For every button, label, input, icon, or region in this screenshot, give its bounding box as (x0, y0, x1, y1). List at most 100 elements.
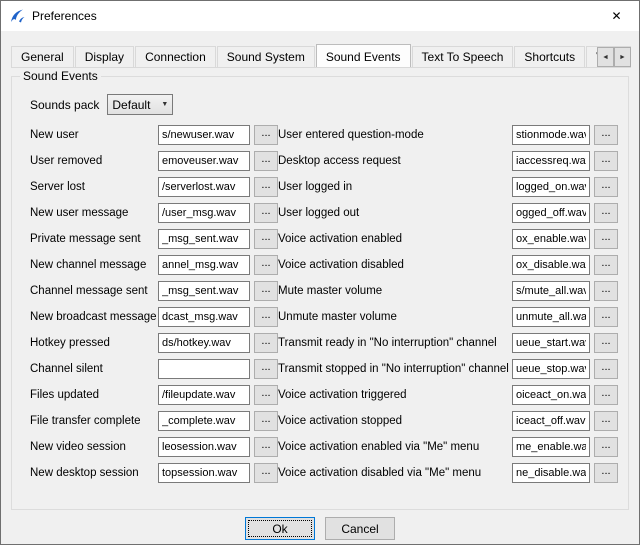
left-sound-file-input[interactable] (158, 385, 250, 405)
row-left: Channel message sent ... (30, 281, 278, 301)
right-browse-button[interactable]: ... (594, 281, 618, 301)
right-sound-file-input[interactable] (512, 463, 590, 483)
sound-event-row: New channel message ... Voice activation… (30, 255, 620, 275)
left-event-label: User removed (30, 155, 158, 167)
row-right: Voice activation enabled via "Me" menu .… (278, 437, 620, 457)
sound-events-group: Sound Events Sounds pack Default ▼ New u… (11, 76, 629, 510)
right-browse-button[interactable]: ... (594, 307, 618, 327)
right-sound-file-input[interactable] (512, 411, 590, 431)
right-sound-file-input[interactable] (512, 151, 590, 171)
group-title: Sound Events (20, 69, 101, 83)
left-browse-button[interactable]: ... (254, 125, 278, 145)
left-browse-button[interactable]: ... (254, 203, 278, 223)
left-sound-file-input[interactable] (158, 463, 250, 483)
sound-event-row: New user message ... User logged out ... (30, 203, 620, 223)
ok-button[interactable]: Ok (245, 517, 315, 540)
left-browse-button[interactable]: ... (254, 385, 278, 405)
chevron-down-icon: ▼ (157, 101, 172, 108)
right-event-label: Voice activation enabled (278, 233, 512, 245)
left-sound-file-input[interactable] (158, 359, 250, 379)
right-sound-file-input[interactable] (512, 437, 590, 457)
row-left: Server lost ... (30, 177, 278, 197)
left-sound-file-input[interactable] (158, 177, 250, 197)
right-browse-button[interactable]: ... (594, 177, 618, 197)
footer: Ok Cancel (1, 517, 639, 540)
right-browse-button[interactable]: ... (594, 463, 618, 483)
right-browse-button[interactable]: ... (594, 385, 618, 405)
left-browse-button[interactable]: ... (254, 229, 278, 249)
left-browse-button[interactable]: ... (254, 255, 278, 275)
row-right: User logged in ... (278, 177, 620, 197)
left-sound-file-input[interactable] (158, 255, 250, 275)
right-browse-button[interactable]: ... (594, 125, 618, 145)
tab-sound-events[interactable]: Sound Events (316, 44, 411, 68)
sounds-pack-select[interactable]: Default ▼ (107, 94, 173, 115)
tab-label: Display (85, 50, 124, 64)
row-left: New user message ... (30, 203, 278, 223)
left-browse-button[interactable]: ... (254, 307, 278, 327)
left-browse-button[interactable]: ... (254, 359, 278, 379)
left-browse-button[interactable]: ... (254, 411, 278, 431)
right-browse-button[interactable]: ... (594, 333, 618, 353)
tab-scroll-right-icon[interactable]: ► (614, 47, 631, 67)
sound-event-row: Channel message sent ... Mute master vol… (30, 281, 620, 301)
right-event-label: User logged in (278, 181, 512, 193)
left-sound-file-input[interactable] (158, 437, 250, 457)
right-sound-file-input[interactable] (512, 359, 590, 379)
tab-label: Sound System (227, 50, 305, 64)
left-sound-file-input[interactable] (158, 333, 250, 353)
left-sound-file-input[interactable] (158, 125, 250, 145)
right-sound-file-input[interactable] (512, 203, 590, 223)
left-sound-file-input[interactable] (158, 203, 250, 223)
right-browse-button[interactable]: ... (594, 359, 618, 379)
left-sound-file-input[interactable] (158, 151, 250, 171)
tab-label: Sound Events (326, 50, 401, 64)
left-event-label: New user (30, 129, 158, 141)
tab-general[interactable]: General (11, 46, 74, 67)
left-event-label: Channel silent (30, 363, 158, 375)
right-event-label: Mute master volume (278, 285, 512, 297)
left-browse-button[interactable]: ... (254, 177, 278, 197)
right-sound-file-input[interactable] (512, 255, 590, 275)
left-event-label: Server lost (30, 181, 158, 193)
close-icon[interactable]: ✕ (594, 1, 639, 31)
tab-display[interactable]: Display (75, 46, 134, 67)
right-browse-button[interactable]: ... (594, 203, 618, 223)
right-sound-file-input[interactable] (512, 333, 590, 353)
right-sound-file-input[interactable] (512, 307, 590, 327)
left-browse-button[interactable]: ... (254, 151, 278, 171)
right-sound-file-input[interactable] (512, 385, 590, 405)
sounds-pack-row: Sounds pack Default ▼ (30, 94, 620, 115)
tab-text-to-speech[interactable]: Text To Speech (412, 46, 514, 67)
right-event-label: Desktop access request (278, 155, 512, 167)
left-browse-button[interactable]: ... (254, 281, 278, 301)
tab-shortcuts[interactable]: Shortcuts (514, 46, 585, 67)
row-right: User logged out ... (278, 203, 620, 223)
sound-event-row: Files updated ... Voice activation trigg… (30, 385, 620, 405)
right-browse-button[interactable]: ... (594, 229, 618, 249)
right-sound-file-input[interactable] (512, 177, 590, 197)
left-event-label: Channel message sent (30, 285, 158, 297)
row-left: File transfer complete ... (30, 411, 278, 431)
right-browse-button[interactable]: ... (594, 151, 618, 171)
right-browse-button[interactable]: ... (594, 411, 618, 431)
left-browse-button[interactable]: ... (254, 463, 278, 483)
left-sound-file-input[interactable] (158, 229, 250, 249)
left-browse-button[interactable]: ... (254, 437, 278, 457)
left-sound-file-input[interactable] (158, 411, 250, 431)
tab-sound-system[interactable]: Sound System (217, 46, 315, 67)
row-right: Voice activation disabled via "Me" menu … (278, 463, 620, 483)
tab-scroll-left-icon[interactable]: ◄ (597, 47, 614, 67)
left-sound-file-input[interactable] (158, 307, 250, 327)
right-sound-file-input[interactable] (512, 281, 590, 301)
tab-connection[interactable]: Connection (135, 46, 216, 67)
left-sound-file-input[interactable] (158, 281, 250, 301)
left-browse-button[interactable]: ... (254, 333, 278, 353)
sound-event-row: New broadcast message ... Unmute master … (30, 307, 620, 327)
right-sound-file-input[interactable] (512, 125, 590, 145)
sound-event-row: New user ... User entered question-mode … (30, 125, 620, 145)
right-browse-button[interactable]: ... (594, 437, 618, 457)
right-sound-file-input[interactable] (512, 229, 590, 249)
right-browse-button[interactable]: ... (594, 255, 618, 275)
cancel-button[interactable]: Cancel (325, 517, 395, 540)
